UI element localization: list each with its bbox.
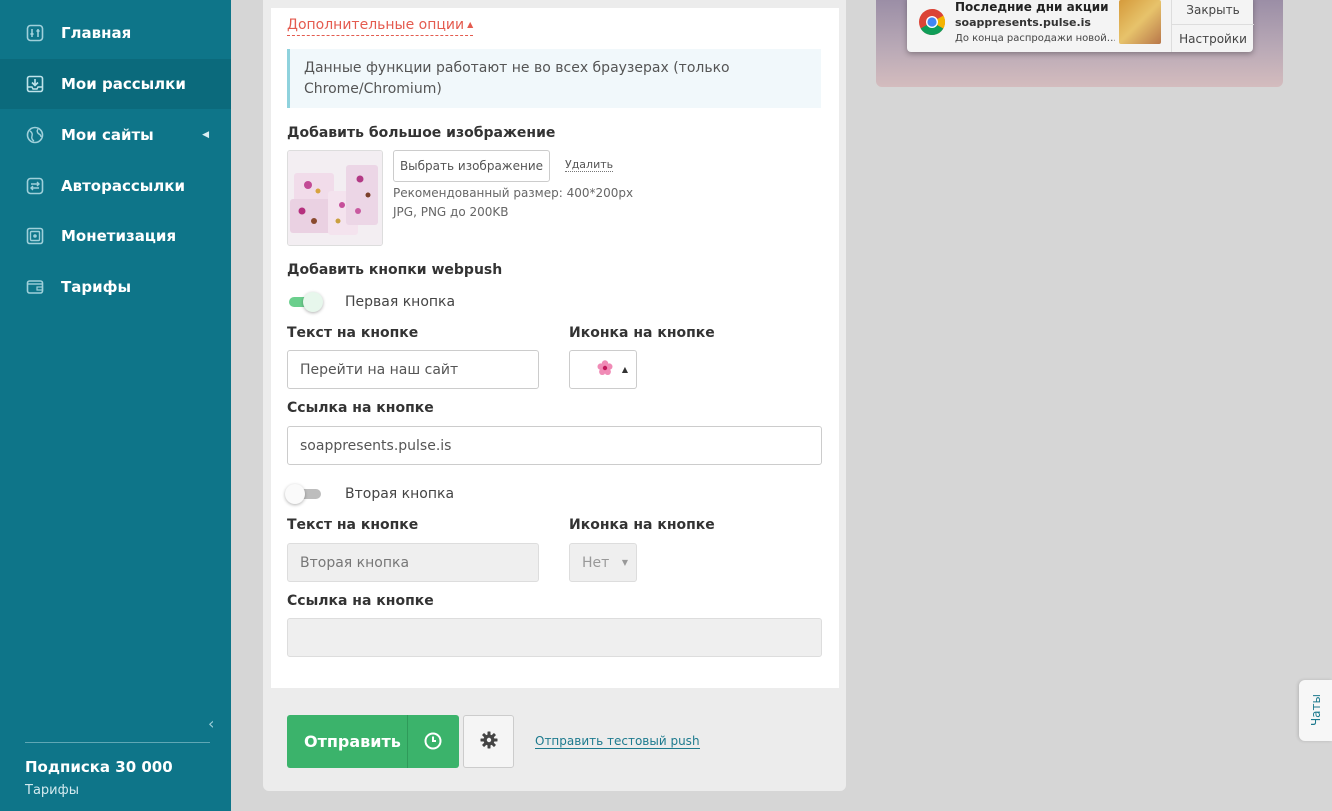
sidebar-item-label: Авторассылки <box>61 177 185 195</box>
extra-options-label: Дополнительные опции <box>287 17 465 33</box>
browser-support-note: Данные функции работают не во всех брауз… <box>287 49 821 108</box>
second-button-link-input[interactable] <box>287 618 822 657</box>
first-button-icon-select[interactable]: ▲ <box>569 350 637 389</box>
tariffs-link[interactable]: Тарифы <box>25 783 79 798</box>
first-button-icon-label: Иконка на кнопке <box>569 325 715 341</box>
caret-down-icon: ▼ <box>621 558 628 567</box>
chat-tab[interactable]: Чаты <box>1299 680 1332 741</box>
extra-options-toggle[interactable]: Дополнительные опции ▲ <box>287 17 474 36</box>
sidebar-item-mailings[interactable]: Мои рассылки <box>0 59 231 109</box>
sidebar-item-sites[interactable]: Мои сайты ◀ <box>0 110 231 160</box>
notification-site: soappresents.pulse.is <box>955 16 1091 29</box>
clock-icon[interactable] <box>423 731 443 751</box>
sidebar-item-label: Мои сайты <box>61 126 154 144</box>
caret-left-icon: ◀ <box>202 130 209 140</box>
first-button-label: Первая кнопка <box>345 294 456 310</box>
webpush-buttons-heading: Добавить кнопки webpush <box>287 262 503 278</box>
second-button-label: Вторая кнопка <box>345 486 455 502</box>
sliders-icon <box>26 24 44 42</box>
first-button-link-label: Ссылка на кнопке <box>287 400 434 416</box>
second-button-text-label: Текст на кнопке <box>287 517 419 533</box>
sidebar-item-label: Главная <box>61 24 132 42</box>
first-button-toggle[interactable] <box>287 292 323 312</box>
delete-image-link[interactable]: Удалить <box>565 158 614 172</box>
sidebar-item-label: Мои рассылки <box>61 75 186 93</box>
notification-preview: Последние дни акции soappresents.pulse.i… <box>907 0 1254 52</box>
sidebar: Главная Мои рассылки Мои сайты ◀ Авторас… <box>0 0 231 811</box>
flower-icon <box>596 359 614 381</box>
second-button-icon-select[interactable]: Нет ▼ <box>569 543 637 582</box>
inbox-icon <box>26 75 44 93</box>
toggle-knob <box>285 484 305 504</box>
second-button-toggle[interactable] <box>285 484 323 504</box>
sidebar-item-auto-mailings[interactable]: Авторассылки <box>0 161 231 211</box>
choose-image-button[interactable]: Выбрать изображение <box>393 150 550 182</box>
send-button[interactable]: Отправить <box>287 715 459 768</box>
second-button-icon-label: Иконка на кнопке <box>569 517 715 533</box>
gear-icon <box>480 731 498 753</box>
money-icon <box>26 227 44 245</box>
second-button-icon-value: Нет <box>582 554 610 571</box>
sidebar-divider <box>25 742 210 743</box>
second-button-text-input[interactable]: Вторая кнопка <box>287 543 539 582</box>
auto-icon <box>26 177 44 195</box>
globe-icon <box>26 126 44 144</box>
first-button-text-label: Текст на кнопке <box>287 325 419 341</box>
notification-settings-button[interactable]: Настройки <box>1172 24 1254 52</box>
big-image-heading: Добавить большое изображение <box>287 125 556 141</box>
notification-image <box>1119 0 1161 44</box>
toggle-knob <box>303 292 323 312</box>
notification-title: Последние дни акции <box>955 0 1109 14</box>
wallet-icon <box>26 278 44 296</box>
options-panel <box>271 8 839 688</box>
sidebar-item-home[interactable]: Главная <box>0 8 231 58</box>
caret-up-icon: ▲ <box>467 20 474 29</box>
image-size-hint: Рекомендованный размер: 400*200px <box>393 186 634 200</box>
sidebar-item-tariffs[interactable]: Тарифы <box>0 262 231 312</box>
sidebar-item-label: Монетизация <box>61 227 177 245</box>
notification-body: До конца распродажи новой… <box>955 33 1115 44</box>
caret-up-icon: ▲ <box>621 365 628 374</box>
send-test-push-link[interactable]: Отправить тестовый push <box>535 734 700 749</box>
settings-button[interactable] <box>463 715 514 768</box>
chevron-left-icon[interactable]: ‹ <box>208 714 214 733</box>
second-button-link-label: Ссылка на кнопке <box>287 593 434 609</box>
image-format-hint: JPG, PNG до 200KB <box>393 205 509 219</box>
send-divider <box>407 715 408 768</box>
sidebar-item-monetization[interactable]: Монетизация <box>0 211 231 261</box>
chat-tab-label: Чаты <box>1308 694 1323 727</box>
first-button-text-input[interactable]: Перейти на наш сайт <box>287 350 539 389</box>
notification-actions: Закрыть Настройки <box>1171 0 1254 52</box>
send-label: Отправить <box>304 732 401 751</box>
first-button-link-input[interactable]: soappresents.pulse.is <box>287 426 822 465</box>
sidebar-item-label: Тарифы <box>61 278 132 296</box>
notification-close-button[interactable]: Закрыть <box>1172 0 1254 24</box>
chrome-icon <box>918 8 946 36</box>
image-thumbnail <box>287 150 383 246</box>
subscription-title: Подписка 30 000 <box>25 758 173 776</box>
